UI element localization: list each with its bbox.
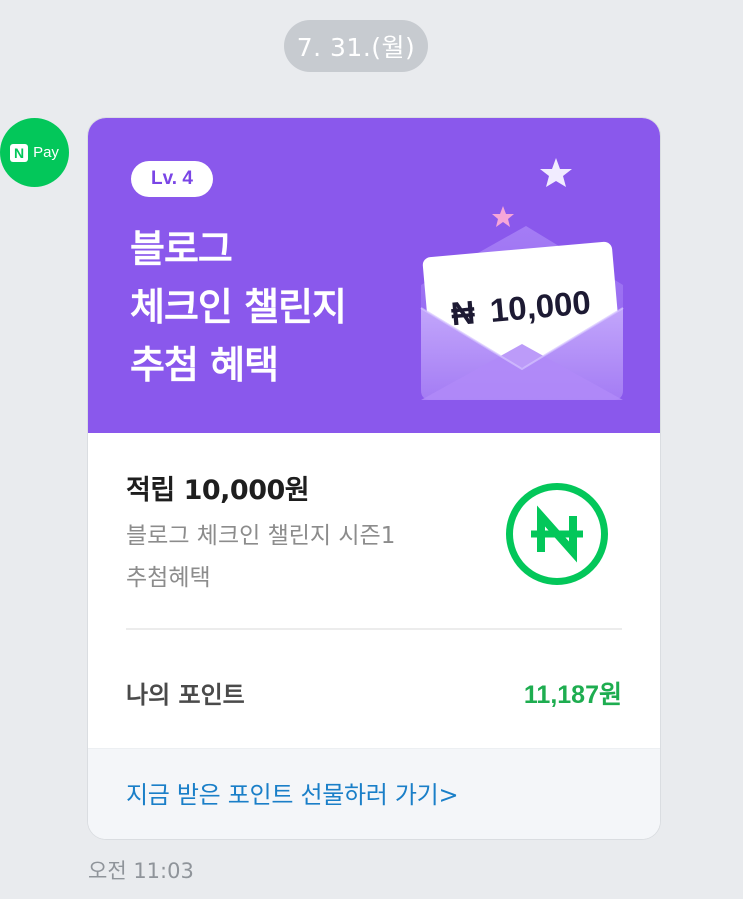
reward-description: 블로그 체크인 챌린지 시즌1 추첨혜택	[126, 523, 396, 591]
avatar-label: Pay	[33, 144, 59, 161]
points-label: 나의 포인트	[126, 681, 245, 709]
banner-title-line-2: 체크인 챌린지	[130, 285, 347, 329]
date-divider: 7. 31.(월)	[284, 20, 428, 72]
gift-link-row[interactable]: 지금 받은 포인트 선물하러 가기>	[88, 748, 660, 839]
gift-points-link[interactable]: 지금 받은 포인트 선물하러 가기>	[126, 775, 459, 810]
reward-details: 적립 10,000원 블로그 체크인 챌린지 시즌1 추첨혜택 나의 포인트 11…	[88, 433, 660, 748]
message-timestamp: 오전 11:03	[88, 859, 194, 883]
points-value: 11,187원	[523, 681, 622, 709]
sender-avatar[interactable]: N Pay	[0, 118, 69, 187]
envelope-illustration: ₦ 10,000	[420, 158, 624, 400]
n-won-symbol-icon	[531, 505, 583, 563]
star-icon	[540, 158, 572, 187]
level-badge: Lv. 4	[131, 161, 213, 197]
message-card: Lv. 4 블로그 체크인 챌린지 추첨 혜택 ₦ 10,000 적립 10,0…	[88, 118, 660, 839]
reward-title: 적립 10,000원	[126, 475, 310, 506]
banner-title: 블로그 체크인 챌린지 추첨 혜택	[130, 220, 347, 394]
banner-title-line-3: 추첨 혜택	[130, 343, 279, 387]
banner-title-line-1: 블로그	[130, 227, 233, 271]
promo-banner: Lv. 4 블로그 체크인 챌린지 추첨 혜택 ₦ 10,000	[88, 118, 660, 433]
divider	[126, 628, 622, 630]
won-icon: ₦	[450, 293, 477, 332]
star-icon	[492, 206, 514, 227]
naver-pay-coin-icon	[506, 483, 608, 585]
naver-n-icon: N	[10, 143, 29, 162]
